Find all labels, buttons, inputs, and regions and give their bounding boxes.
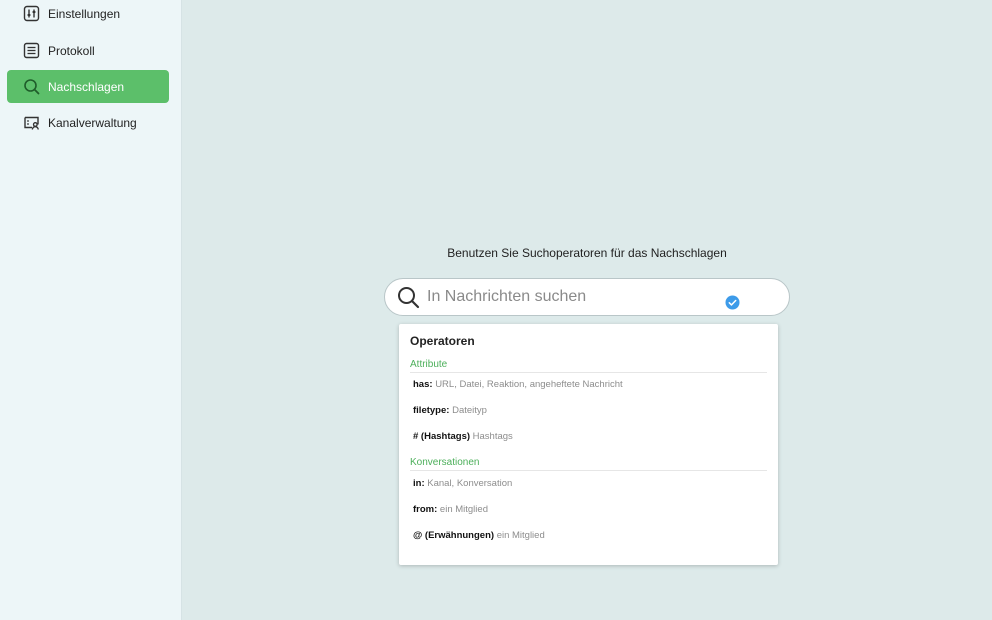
section-label-attribute: Attribute xyxy=(410,359,767,373)
sidebar-item-label: Protokoll xyxy=(48,43,95,58)
operators-dropdown: Operatoren Attribute has: URL, Datei, Re… xyxy=(399,324,778,565)
check-badge-icon xyxy=(725,295,740,310)
operator-key: filetype: xyxy=(413,405,450,416)
sidebar-item-nachschlagen[interactable]: Nachschlagen xyxy=(7,70,169,103)
sidebar-item-label: Einstellungen xyxy=(48,6,121,21)
operator-desc: Dateityp xyxy=(452,405,487,416)
channel-user-icon xyxy=(23,114,40,131)
search-icon xyxy=(398,287,420,309)
operator-key: from: xyxy=(413,504,438,515)
search-hint: Benutzen Sie Suchoperatoren für das Nach… xyxy=(447,246,727,260)
operator-desc: Hashtags xyxy=(472,431,513,442)
operator-desc: URL, Datei, Reaktion, angeheftete Nachri… xyxy=(435,379,623,390)
operator-from[interactable]: from: ein Mitglied xyxy=(413,504,488,515)
operator-key: in: xyxy=(413,478,425,489)
list-document-icon xyxy=(23,42,40,59)
operator-filetype[interactable]: filetype: Dateityp xyxy=(413,405,487,416)
sidebar-item-label: Nachschlagen xyxy=(48,79,125,94)
operator-hashtags[interactable]: # (Hashtags) Hashtags xyxy=(413,431,513,442)
search-icon xyxy=(23,78,40,95)
sidebar-item-kanalverwaltung[interactable]: Kanalverwaltung xyxy=(7,106,169,139)
search-input[interactable] xyxy=(427,285,717,309)
operator-key: # (Hashtags) xyxy=(413,431,471,442)
operator-desc: ein Mitglied xyxy=(439,504,488,515)
settings-sliders-icon xyxy=(23,5,40,22)
operator-key: @ (Erwähnungen) xyxy=(413,530,495,541)
operator-mentions[interactable]: @ (Erwähnungen) ein Mitglied xyxy=(413,530,545,541)
operator-desc: ein Mitglied xyxy=(496,530,545,541)
operator-desc: Kanal, Konversation xyxy=(427,478,513,489)
search-bar[interactable] xyxy=(384,278,790,316)
operator-has[interactable]: has: URL, Datei, Reaktion, angeheftete N… xyxy=(413,379,623,390)
sidebar-item-label: Kanalverwaltung xyxy=(48,115,137,130)
sidebar-item-protokoll[interactable]: Protokoll xyxy=(7,34,169,67)
section-label-konversationen: Konversationen xyxy=(410,457,767,471)
operator-in[interactable]: in: Kanal, Konversation xyxy=(413,478,512,489)
sidebar: Einstellungen Protokoll Nachschlagen Kan… xyxy=(0,0,182,620)
operator-key: has: xyxy=(413,379,433,390)
dropdown-title: Operatoren xyxy=(410,334,475,348)
sidebar-item-einstellungen[interactable]: Einstellungen xyxy=(7,0,169,30)
